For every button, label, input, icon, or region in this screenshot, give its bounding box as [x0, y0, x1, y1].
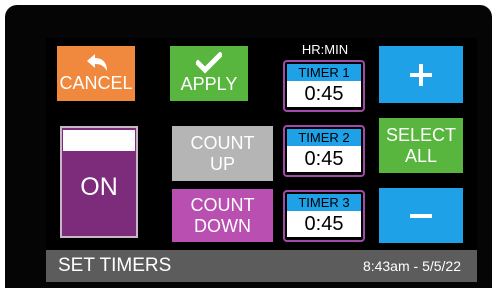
on-label: ON: [80, 173, 118, 201]
apply-label: APPLY: [180, 74, 238, 95]
hr-min-header: HR:MIN: [301, 42, 349, 57]
status-bar: SET TIMERS 8:43am - 5/5/22: [46, 250, 477, 282]
cancel-label: CANCEL: [59, 73, 133, 94]
plus-icon: [408, 62, 434, 88]
minus-icon: [408, 212, 434, 220]
apply-button[interactable]: APPLY: [170, 46, 248, 101]
screen-title: SET TIMERS: [58, 255, 172, 276]
decrement-button[interactable]: [379, 188, 463, 243]
select-all-label-line1: SELECT: [385, 124, 457, 145]
count-down-button[interactable]: COUNT DOWN: [172, 189, 273, 242]
timer-3-label: TIMER 3: [287, 194, 361, 211]
toggle-indicator-bar: [63, 130, 135, 151]
touch-screen: CANCEL APPLY HR:MIN TIMER 1 0:45 TIMER 2…: [46, 38, 477, 282]
timer-1-value: 0:45: [287, 81, 361, 107]
timer-2-value: 0:45: [287, 146, 361, 172]
timer-2-field[interactable]: TIMER 2 0:45: [283, 125, 365, 177]
timer-1-label: TIMER 1: [287, 64, 361, 81]
undo-arrow-icon: [83, 53, 109, 73]
timer-1-field[interactable]: TIMER 1 0:45: [283, 60, 365, 112]
increment-button[interactable]: [379, 46, 463, 103]
select-all-label-line2: ALL: [404, 145, 438, 166]
timer-3-field[interactable]: TIMER 3 0:45: [283, 190, 365, 242]
count-up-label-line2: UP: [209, 153, 235, 174]
count-up-button[interactable]: COUNT UP: [172, 126, 273, 181]
on-toggle-button[interactable]: ON: [60, 126, 138, 238]
count-down-label-line1: COUNT: [190, 194, 255, 215]
checkmark-icon: [196, 52, 222, 74]
select-all-button[interactable]: SELECT ALL: [379, 118, 463, 173]
date-time-readout: 8:43am - 5/5/22: [362, 258, 461, 274]
timer-3-value: 0:45: [287, 211, 361, 237]
count-down-label-line2: DOWN: [194, 215, 251, 236]
count-up-label-line1: COUNT: [190, 132, 255, 153]
cancel-button[interactable]: CANCEL: [57, 46, 135, 101]
timer-2-label: TIMER 2: [287, 129, 361, 146]
device-bezel: CANCEL APPLY HR:MIN TIMER 1 0:45 TIMER 2…: [5, 5, 492, 288]
